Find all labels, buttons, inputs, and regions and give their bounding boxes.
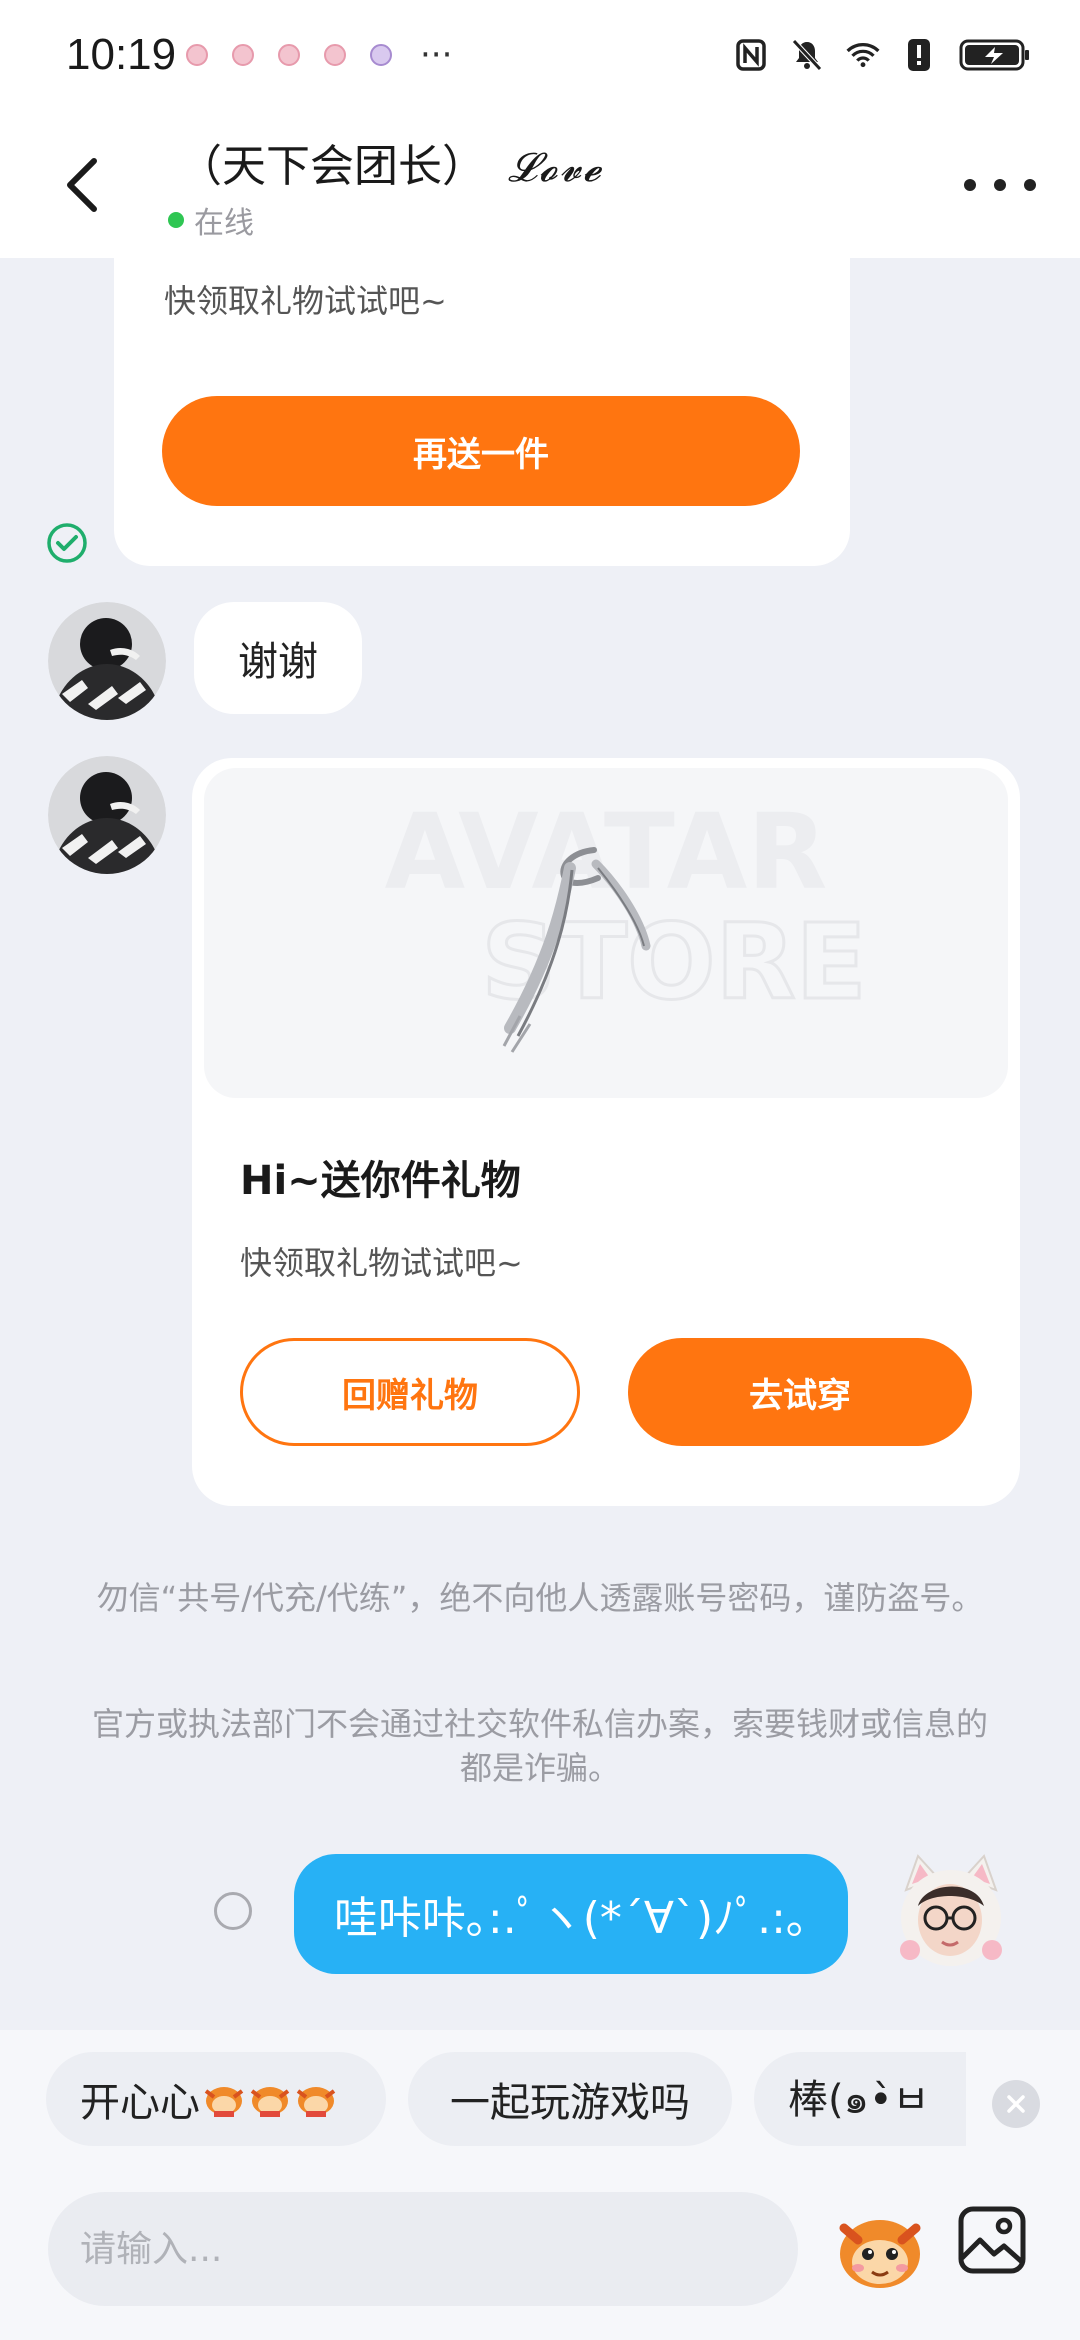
more-options-button[interactable]: [964, 170, 1036, 200]
message-input-container[interactable]: [48, 2192, 798, 2306]
nfc-icon: [734, 38, 768, 72]
notification-icon: [278, 44, 300, 66]
monkey-emoji-icon: [204, 2087, 244, 2117]
outgoing-message[interactable]: 哇咔咔｡:.ﾟヽ(*´∀`)ﾉﾟ.:｡: [293, 1854, 848, 1974]
quick-reply-chip[interactable]: 开心心: [46, 2052, 386, 2146]
security-notice: 勿信“共号/代充/代练”，绝不向他人透露账号密码，谨防盗号。: [96, 1579, 984, 1617]
dot-icon: [994, 179, 1006, 191]
chevron-left-icon: [67, 158, 97, 212]
gift-image: AVATAR STORE: [204, 768, 1008, 1098]
battery-charging-icon: [958, 38, 1032, 72]
gift-card-subtitle: 快领取礼物试试吧~: [240, 1244, 523, 1282]
close-icon: [1007, 2095, 1025, 2113]
monkey-emoji-icon: [296, 2087, 336, 2117]
chat-messages[interactable]: 快领取礼物试试吧~ 再送一件 谢谢 AVATAR STORE Hi~送你件礼物: [0, 258, 1080, 2030]
monkey-emoji-icon: [250, 2087, 290, 2117]
system-icons: [734, 38, 1032, 72]
contact-name: （天下会团长） 𝓛𝓸𝓿𝓮: [178, 130, 603, 194]
notification-icon: [324, 44, 346, 66]
message-input[interactable]: [78, 2227, 798, 2271]
online-dot-icon: [168, 212, 184, 228]
quick-reply-label: 开心心: [80, 2080, 200, 2126]
quick-reply-chip[interactable]: 棒(๑•̀ㅂ: [754, 2052, 966, 2146]
back-button[interactable]: [52, 150, 112, 220]
send-again-button[interactable]: 再送一件: [162, 396, 800, 506]
image-icon: [958, 2206, 1026, 2274]
quick-reply-list[interactable]: 开心心 一起玩游戏吗 棒(๑•̀ㅂ: [46, 2052, 966, 2148]
contact-avatar[interactable]: [48, 756, 166, 874]
return-gift-button[interactable]: 回赠礼物: [240, 1338, 580, 1446]
status-bar: 10:19 ···: [0, 0, 1080, 110]
online-status: 在线: [168, 198, 254, 242]
image-picker-button[interactable]: [956, 2204, 1028, 2276]
contact-name-suffix: 𝓛𝓸𝓿𝓮: [508, 145, 603, 191]
fraud-notice: 官方或执法部门不会通过社交软件私信办案，索要钱财或信息的都是诈骗。: [91, 1705, 988, 1787]
contact-name-text: （天下会团长）: [178, 141, 486, 192]
sent-gift-card: 快领取礼物试试吧~ 再送一件: [114, 258, 850, 566]
dot-icon: [964, 179, 976, 191]
chat-header: （天下会团长） 𝓛𝓸𝓿𝓮 在线: [0, 110, 1080, 258]
try-on-button[interactable]: 去试穿: [628, 1338, 972, 1446]
notification-icon: [186, 44, 208, 66]
received-gift-card[interactable]: AVATAR STORE Hi~送你件礼物 快领取礼物试试吧~ 回赠礼物 去试穿: [192, 758, 1020, 1506]
my-avatar[interactable]: [888, 1850, 1014, 1976]
close-quick-replies-button[interactable]: [992, 2080, 1040, 2128]
notification-icon: [370, 44, 392, 66]
dot-icon: [1024, 179, 1036, 191]
status-time: 10:19: [66, 30, 177, 79]
gift-card-title: Hi~送你件礼物: [240, 1158, 521, 1204]
composer-area: 开心心 一起玩游戏吗 棒(๑•̀ㅂ: [0, 2030, 1080, 2340]
gift-card-subtitle: 快领取礼物试试吧~: [164, 282, 447, 320]
quick-reply-chip[interactable]: 一起玩游戏吗: [408, 2052, 732, 2146]
alert-icon: [902, 38, 936, 72]
scarf-gift-icon: [502, 847, 651, 1053]
monkey-sticker-icon: [839, 2220, 921, 2288]
more-notifications-icon: ···: [420, 35, 453, 75]
contact-avatar[interactable]: [48, 602, 166, 720]
notification-icon: [232, 44, 254, 66]
sticker-button[interactable]: [830, 2198, 930, 2298]
sending-status-icon: [214, 1892, 252, 1930]
incoming-message[interactable]: 谢谢: [194, 602, 362, 714]
wifi-icon: [846, 38, 880, 72]
notification-icons: ···: [186, 35, 453, 75]
mute-icon: [790, 38, 824, 72]
sent-check-icon: [46, 522, 88, 564]
online-status-label: 在线: [194, 206, 254, 241]
